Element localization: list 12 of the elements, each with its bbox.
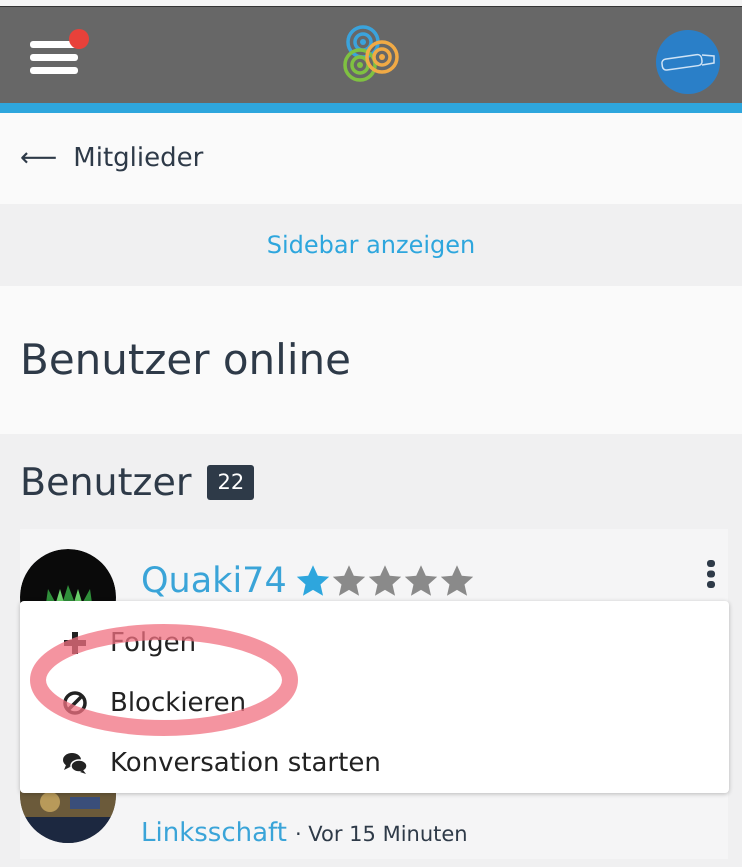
avatar-icon[interactable] bbox=[656, 30, 720, 94]
back-arrow-icon[interactable]: ⟵ bbox=[20, 139, 58, 178]
chat-bubbles-icon bbox=[62, 750, 88, 776]
timestamp: · Vor 15 Minuten bbox=[294, 821, 468, 848]
page-title: Benutzer online bbox=[20, 334, 351, 386]
more-options-button[interactable] bbox=[706, 559, 716, 589]
section-title: Benutzer bbox=[20, 459, 192, 506]
breadcrumb-link[interactable]: Mitglieder bbox=[73, 139, 204, 178]
count-badge: 22 bbox=[207, 464, 254, 500]
menu-item[interactable]: Folgen bbox=[20, 613, 729, 673]
menu-item[interactable]: Konversation starten bbox=[20, 733, 729, 793]
menu-item[interactable]: Blockieren bbox=[20, 673, 729, 733]
